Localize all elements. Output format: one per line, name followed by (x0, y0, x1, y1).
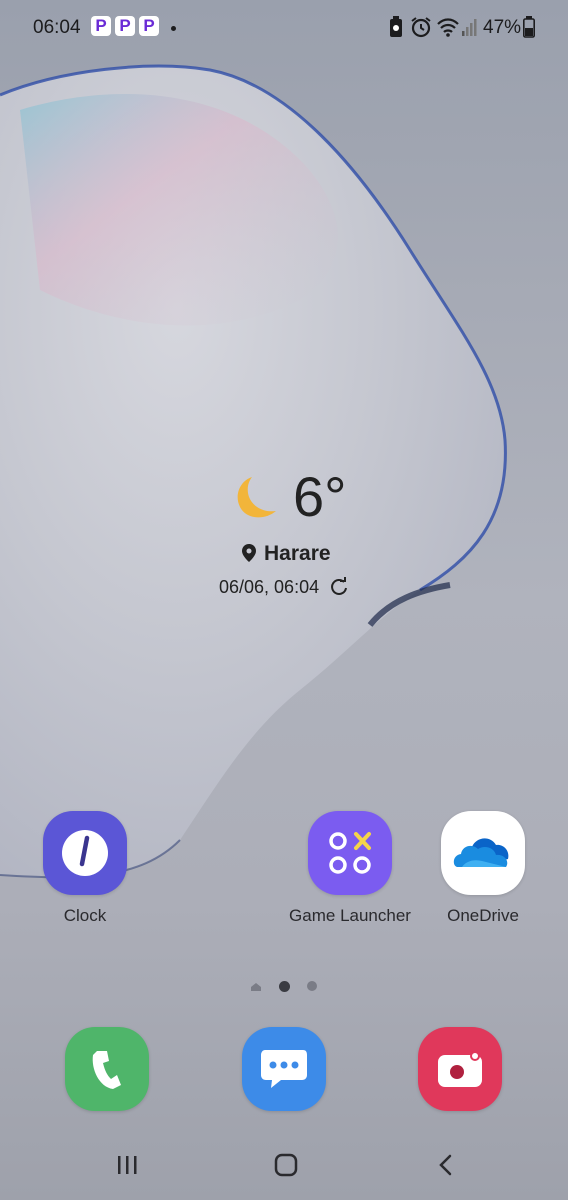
phone-app[interactable] (65, 1027, 149, 1111)
alarm-icon (411, 17, 431, 38)
more-notifications-dot (171, 26, 176, 31)
camera-app[interactable] (418, 1027, 502, 1111)
messages-icon (261, 1050, 307, 1088)
phone-icon (92, 1051, 121, 1089)
home-icon[interactable] (273, 1152, 299, 1178)
notification-badge: P (91, 16, 111, 36)
last-updated: 06/06, 06:04 (219, 577, 320, 597)
app-label-onedrive: OneDrive (447, 906, 519, 925)
onedrive-icon (453, 838, 509, 867)
back-icon[interactable] (436, 1152, 456, 1178)
battery-icon (523, 16, 535, 38)
clock-app[interactable] (43, 811, 127, 895)
signal-icon (462, 19, 477, 36)
temperature: 6° (293, 465, 347, 528)
game-launcher-app[interactable] (308, 811, 392, 895)
game-launcher-icon (329, 832, 371, 874)
notification-badge: P (115, 16, 135, 36)
location-name: Harare (264, 542, 331, 565)
recents-icon[interactable] (116, 1152, 138, 1178)
wallpaper (0, 64, 507, 879)
battery-percent: 47% (483, 17, 522, 38)
status-bar: 06:04 P P P 47% (0, 0, 568, 56)
page-indicator[interactable] (307, 981, 317, 991)
moon-icon (237, 477, 276, 518)
status-time: 06:04 (33, 17, 81, 38)
battery-saver-icon (390, 16, 402, 37)
location-pin-icon (242, 544, 256, 562)
home-screen: 06:04 P P P 47% 6° Harare 06/06, 06:04 C… (0, 0, 568, 1200)
notification-badge: P (139, 16, 159, 36)
page-indicator-current[interactable] (279, 981, 290, 992)
app-label-clock: Clock (63, 906, 107, 925)
home-page-indicator-icon[interactable] (250, 982, 262, 992)
refresh-icon[interactable] (329, 577, 349, 597)
onedrive-app[interactable] (441, 811, 525, 895)
clock-icon (62, 830, 108, 876)
camera-icon (438, 1051, 482, 1087)
messages-app[interactable] (242, 1027, 326, 1111)
wifi-icon (437, 18, 459, 37)
